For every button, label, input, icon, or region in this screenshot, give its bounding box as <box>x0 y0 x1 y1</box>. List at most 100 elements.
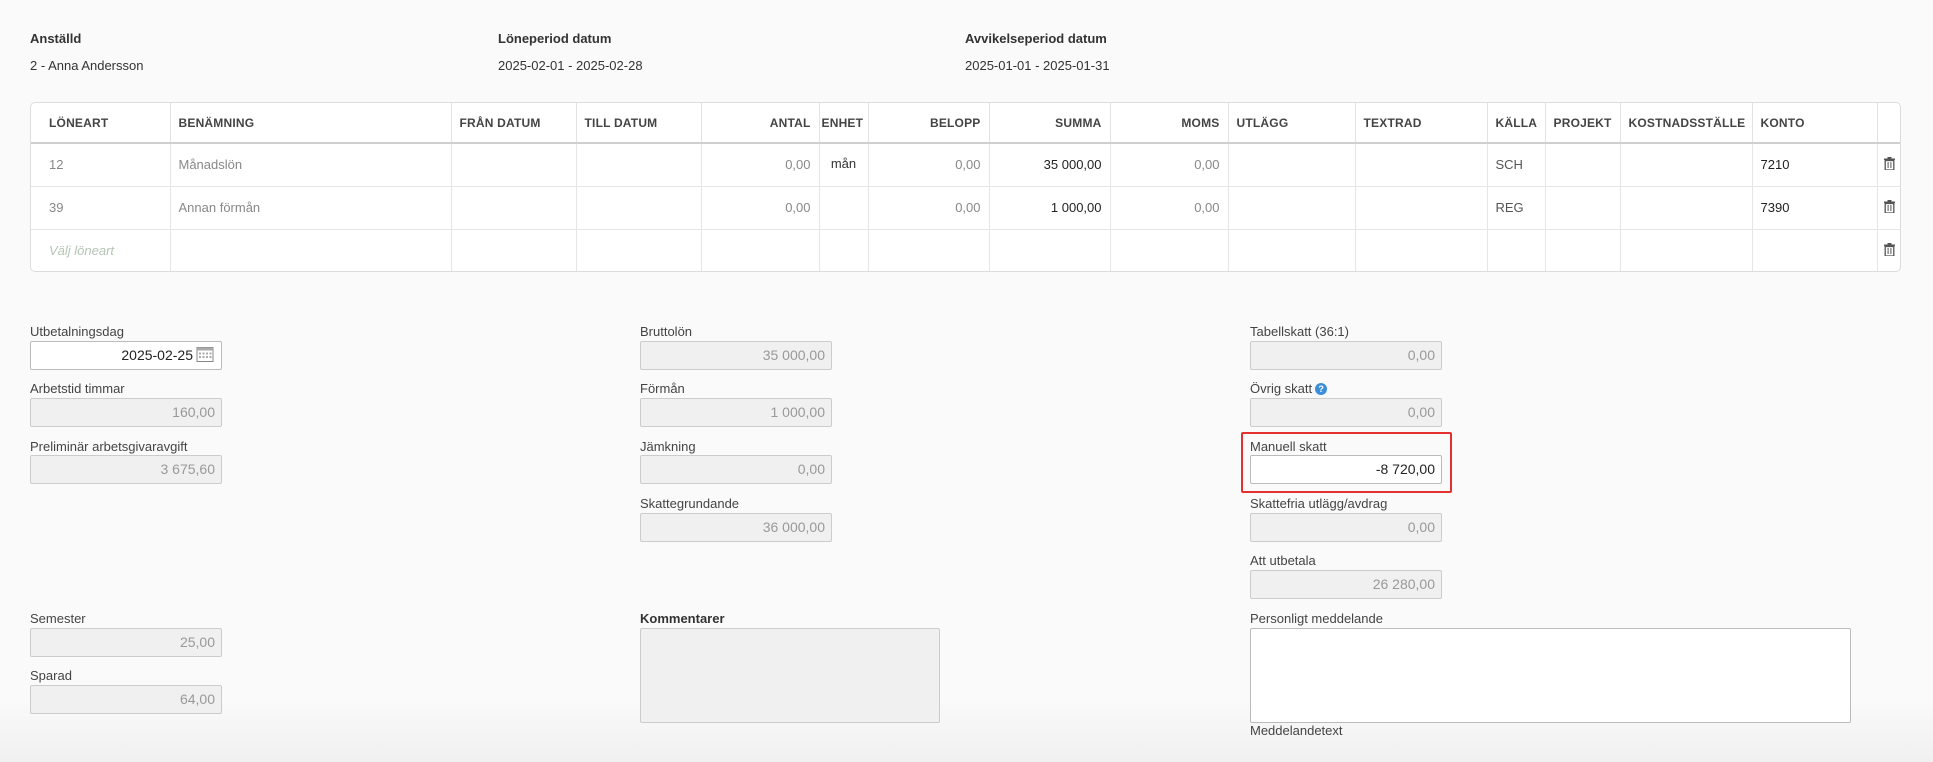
col-header-projekt[interactable]: PROJEKT <box>1545 103 1621 144</box>
cell-enhet[interactable] <box>819 186 869 230</box>
col-header-loneart[interactable]: LÖNEART <box>31 103 171 144</box>
cell-textrad[interactable] <box>1355 143 1488 187</box>
cell-konto[interactable] <box>1752 229 1878 271</box>
table-row[interactable]: 39 Annan förmån 0,00 0,00 1 000,00 0,00 … <box>31 186 1900 230</box>
cell-utlagg[interactable] <box>1228 229 1356 271</box>
col-header-antal[interactable]: ANTAL <box>701 103 820 144</box>
col-header-konto[interactable]: KONTO <box>1752 103 1878 144</box>
cell-utlagg[interactable] <box>1228 143 1356 187</box>
cell-kostnadsstalle[interactable] <box>1620 229 1753 271</box>
cell-antal[interactable]: 0,00 <box>701 186 820 230</box>
cell-moms[interactable] <box>1110 229 1229 271</box>
manual-tax-input[interactable]: -8 720,00 <box>1250 455 1442 484</box>
col-header-kostnadsstalle[interactable]: KOSTNADSSTÄLLE <box>1620 103 1753 144</box>
info-icon[interactable]: ? <box>1315 383 1328 395</box>
cell-konto[interactable]: 7390 <box>1752 186 1878 230</box>
cell-loneart[interactable]: 39 <box>31 186 171 230</box>
col-header-enhet[interactable]: ENHET <box>819 103 869 144</box>
cell-benamning[interactable]: Annan förmån <box>170 186 452 230</box>
deviation-value: 2025-01-01 - 2025-01-31 <box>965 58 1110 73</box>
other-tax-label-wrap: Övrig skatt? <box>1250 381 1328 396</box>
col-header-till-datum[interactable]: TILL DATUM <box>576 103 702 144</box>
delete-row-button[interactable] <box>1877 229 1900 271</box>
cell-textrad[interactable] <box>1355 186 1488 230</box>
cell-kostnadsstalle[interactable] <box>1620 186 1753 230</box>
cell-utlagg[interactable] <box>1228 186 1356 230</box>
to-pay-field: 26 280,00 <box>1250 570 1442 599</box>
cell-antal[interactable]: 0,00 <box>701 143 820 187</box>
saved-label: Sparad <box>30 668 72 683</box>
col-header-moms[interactable]: MOMS <box>1110 103 1229 144</box>
vacation-label: Semester <box>30 611 86 626</box>
cell-enhet[interactable] <box>819 229 869 271</box>
cell-projekt[interactable] <box>1545 186 1621 230</box>
cell-fran-datum[interactable] <box>451 186 577 230</box>
delete-row-button[interactable] <box>1877 186 1900 230</box>
table-tax-label: Tabellskatt (36:1) <box>1250 324 1349 339</box>
cell-projekt[interactable] <box>1545 229 1621 271</box>
cell-till-datum[interactable] <box>576 186 702 230</box>
adjustment-label: Jämkning <box>640 439 696 454</box>
cell-till-datum[interactable] <box>576 143 702 187</box>
period-value: 2025-02-01 - 2025-02-28 <box>498 58 643 73</box>
payment-day-value: 2025-02-25 <box>121 347 193 363</box>
cell-summa[interactable]: 1 000,00 <box>989 186 1111 230</box>
work-hours-label: Arbetstid timmar <box>30 381 125 396</box>
cell-antal[interactable] <box>701 229 820 271</box>
col-header-utlagg[interactable]: UTLÄGG <box>1228 103 1356 144</box>
employee-label: Anställd <box>30 31 82 46</box>
cell-summa[interactable]: 35 000,00 <box>989 143 1111 187</box>
new-row-loneart-input[interactable]: Välj löneart <box>31 229 171 271</box>
cell-textrad[interactable] <box>1355 229 1488 271</box>
taxable-field: 36 000,00 <box>640 513 832 542</box>
personal-message-label: Personligt meddelande <box>1250 611 1383 626</box>
cell-fran-datum[interactable] <box>451 229 577 271</box>
col-header-kalla[interactable]: KÄLLA <box>1487 103 1546 144</box>
table-new-row[interactable]: Välj löneart <box>31 229 1900 271</box>
other-tax-label: Övrig skatt <box>1250 381 1313 396</box>
cell-kostnadsstalle[interactable] <box>1620 143 1753 187</box>
saved-field: 64,00 <box>30 685 222 714</box>
cell-fran-datum[interactable] <box>451 143 577 187</box>
cell-kalla: REG <box>1487 186 1546 230</box>
payment-day-label: Utbetalningsdag <box>30 324 124 339</box>
col-header-benamning[interactable]: BENÄMNING <box>170 103 452 144</box>
trash-icon <box>1884 199 1896 214</box>
cell-moms[interactable]: 0,00 <box>1110 143 1229 187</box>
gross-salary-field: 35 000,00 <box>640 341 832 370</box>
manual-tax-label: Manuell skatt <box>1250 439 1327 454</box>
col-header-textrad[interactable]: TEXTRAD <box>1355 103 1488 144</box>
personal-message-textarea[interactable] <box>1250 628 1851 723</box>
calendar-icon[interactable] <box>196 345 214 363</box>
cell-loneart[interactable]: 12 <box>31 143 171 187</box>
table-row[interactable]: 12 Månadslön 0,00 mån 0,00 35 000,00 0,0… <box>31 143 1900 187</box>
cell-belopp[interactable]: 0,00 <box>868 143 990 187</box>
salary-rows-table: LÖNEART BENÄMNING FRÅN DATUM TILL DATUM … <box>30 102 1901 272</box>
cell-konto[interactable]: 7210 <box>1752 143 1878 187</box>
table-header-row: LÖNEART BENÄMNING FRÅN DATUM TILL DATUM … <box>31 103 1900 144</box>
cell-benamning[interactable] <box>170 229 452 271</box>
cell-summa[interactable] <box>989 229 1111 271</box>
col-header-belopp[interactable]: BELOPP <box>868 103 990 144</box>
employee-value: 2 - Anna Andersson <box>30 58 144 73</box>
cell-belopp[interactable] <box>868 229 990 271</box>
cell-belopp[interactable]: 0,00 <box>868 186 990 230</box>
col-header-fran-datum[interactable]: FRÅN DATUM <box>451 103 577 144</box>
cell-moms[interactable]: 0,00 <box>1110 186 1229 230</box>
period-label: Löneperiod datum <box>498 31 612 46</box>
col-header-summa[interactable]: SUMMA <box>989 103 1111 144</box>
col-header-actions <box>1877 103 1900 144</box>
employer-fee-label: Preliminär arbetsgivaravgift <box>30 439 188 454</box>
deviation-label: Avvikelseperiod datum <box>965 31 1107 46</box>
gross-salary-label: Bruttolön <box>640 324 693 339</box>
cell-kalla <box>1487 229 1546 271</box>
taxfree-field: 0,00 <box>1250 513 1442 542</box>
cell-enhet[interactable]: mån <box>819 143 869 187</box>
cell-projekt[interactable] <box>1545 143 1621 187</box>
trash-icon <box>1884 242 1896 257</box>
work-hours-field: 160,00 <box>30 398 222 427</box>
payment-day-field[interactable]: 2025-02-25 <box>30 341 222 370</box>
cell-till-datum[interactable] <box>576 229 702 271</box>
delete-row-button[interactable] <box>1877 143 1900 187</box>
cell-benamning[interactable]: Månadslön <box>170 143 452 187</box>
